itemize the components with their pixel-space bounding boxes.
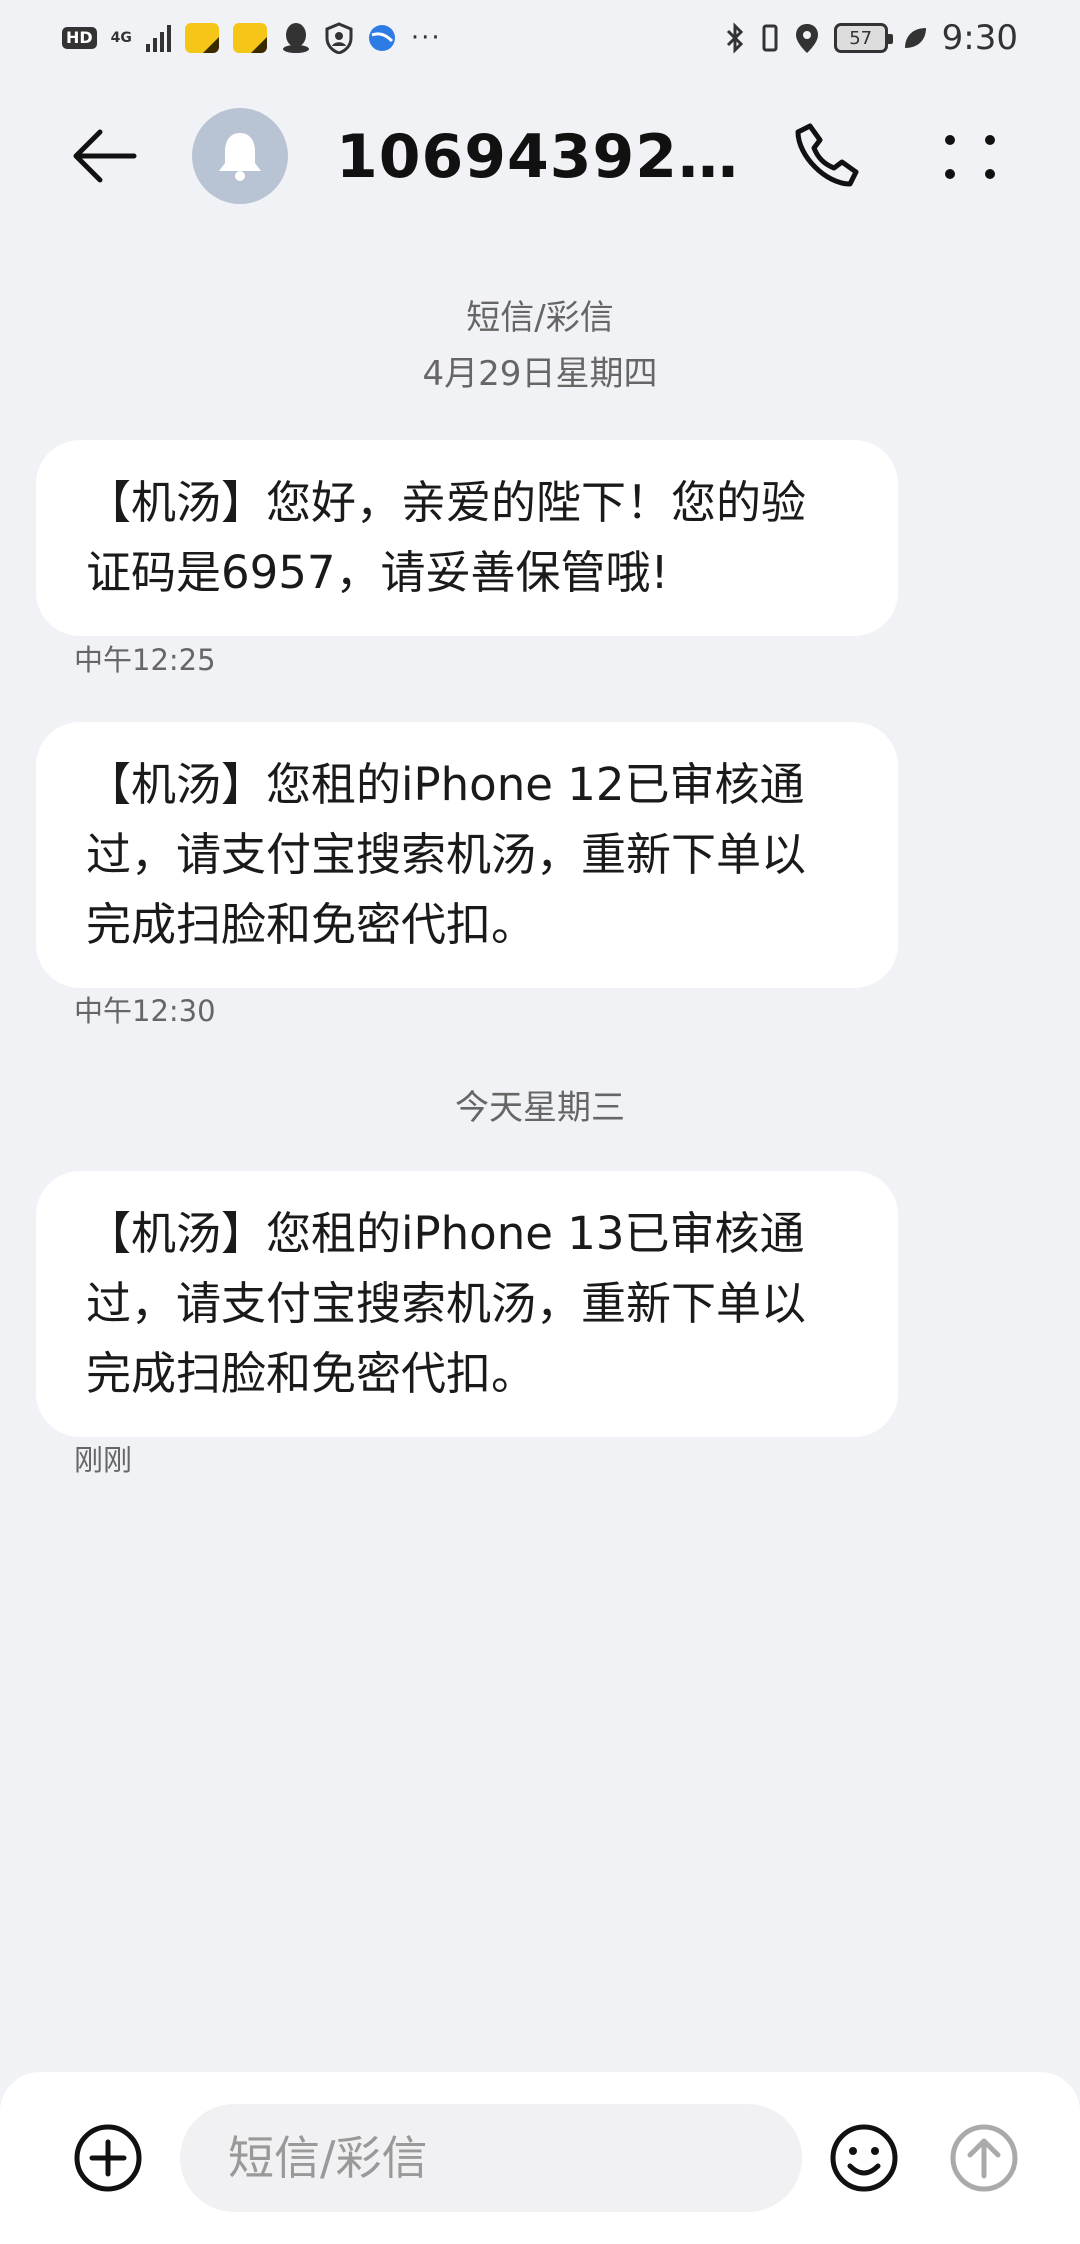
add-attachment-button[interactable] [72, 2122, 144, 2194]
leaf-icon [904, 28, 926, 48]
back-button[interactable] [70, 124, 140, 188]
contact-avatar[interactable] [192, 108, 288, 204]
message-composer [0, 2072, 1080, 2244]
message-bubble[interactable]: 【机汤】您好，亲爱的陛下！您的验证码是6957，请妥善保管哦! [36, 440, 898, 636]
message-bubble[interactable]: 【机汤】您租的iPhone 13已审核通过，请支付宝搜索机汤，重新下单以完成扫脸… [36, 1171, 898, 1437]
message-time: 中午12:25 [74, 643, 216, 677]
more-grid-icon [945, 135, 995, 179]
notification-app-icon [184, 23, 219, 53]
status-bar: HD 4G ··· 57 9:30 [0, 0, 1080, 76]
back-arrow-icon [73, 129, 137, 183]
status-time: 9:30 [941, 18, 1018, 58]
conversation-header: 1069439216... [0, 100, 1080, 212]
smiley-icon [830, 2124, 898, 2192]
messaging-screen: HD 4G ··· 57 9:30 106943921 短信/彩信 4月29日星… [0, 0, 1080, 2244]
battery-icon: 57 [833, 23, 893, 53]
status-bar-left: HD 4G ··· [62, 22, 442, 54]
send-arrow-icon [950, 2124, 1018, 2192]
more-options-button[interactable] [940, 122, 1000, 192]
call-button[interactable] [790, 120, 862, 192]
message-input[interactable] [180, 2104, 802, 2212]
bluetooth-icon [726, 22, 743, 54]
send-button[interactable] [948, 2122, 1020, 2194]
more-notifications-icon: ··· [410, 23, 442, 53]
notification-app-icon-2 [232, 23, 267, 53]
channel-label: 短信/彩信 [466, 298, 614, 338]
signal-icon [145, 24, 171, 52]
message-time: 刚刚 [74, 1443, 133, 1477]
browser-icon [368, 25, 395, 51]
plus-circle-icon [74, 2124, 142, 2192]
date-separator: 今天星期三 [455, 1088, 625, 1128]
emoji-button[interactable] [828, 2122, 900, 2194]
bell-icon [219, 133, 261, 181]
shield-icon [325, 22, 353, 54]
network-type-label: 4G [110, 30, 132, 46]
status-bar-right: 57 9:30 [724, 18, 1018, 58]
contact-title[interactable]: 1069439216... [336, 122, 756, 192]
message-bubble[interactable]: 【机汤】您租的iPhone 12已审核通过，请支付宝搜索机汤，重新下单以完成扫脸… [36, 722, 898, 988]
date-separator: 4月29日星期四 [422, 354, 658, 394]
qq-icon [282, 23, 309, 53]
phone-icon [795, 123, 859, 187]
vibrate-icon [762, 24, 778, 52]
location-icon [795, 24, 818, 53]
message-time: 中午12:30 [74, 994, 216, 1028]
hd-icon: HD [62, 27, 97, 49]
